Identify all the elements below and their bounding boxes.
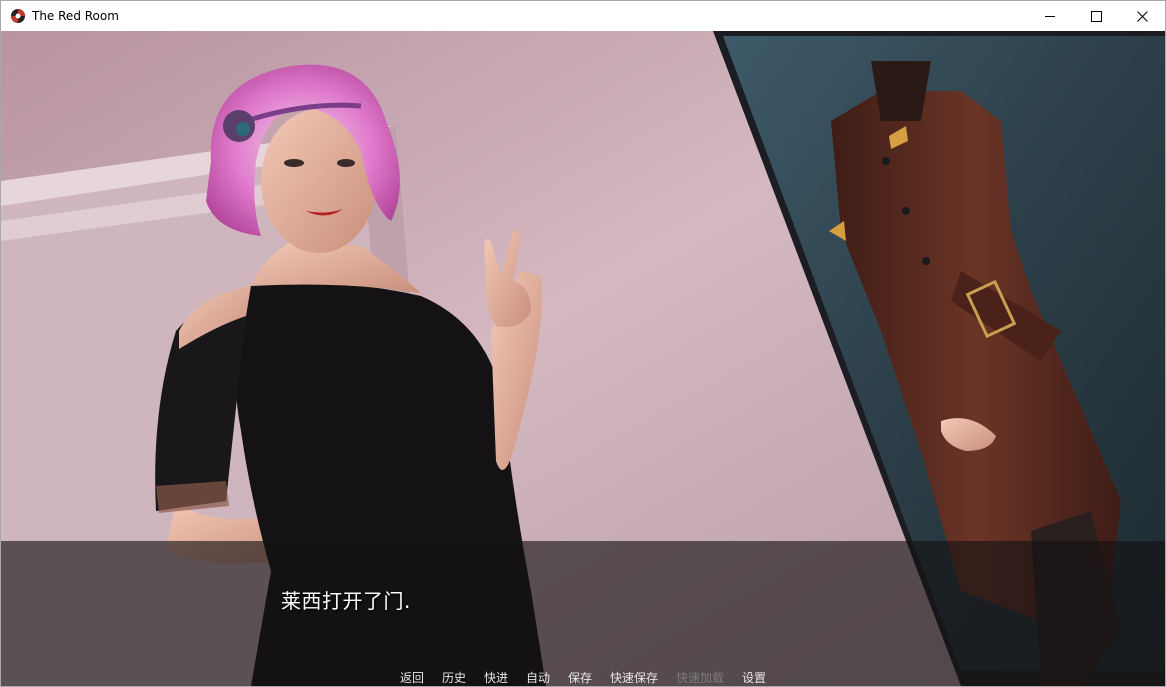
maximize-button[interactable]	[1073, 1, 1119, 31]
game-window: The Red Room 莱西打开了门. 返回 历史 快进 自动 保存 快速保存…	[0, 0, 1166, 687]
game-viewport[interactable]: 莱西打开了门. 返回 历史 快进 自动 保存 快速保存 快速加载 设置	[1, 31, 1165, 686]
quick-menu-auto[interactable]: 自动	[517, 670, 559, 686]
app-logo-icon	[11, 9, 25, 23]
dialogue-box[interactable]: 莱西打开了门.	[1, 541, 1165, 686]
minimize-icon	[1044, 15, 1055, 17]
close-icon	[1136, 10, 1148, 22]
minimize-button[interactable]	[1027, 1, 1073, 31]
quick-menu-history[interactable]: 历史	[433, 670, 475, 686]
quick-menu-quick-save[interactable]: 快速保存	[601, 670, 667, 686]
close-button[interactable]	[1119, 1, 1165, 31]
quick-menu-save[interactable]: 保存	[559, 670, 601, 686]
maximize-icon	[1090, 10, 1102, 22]
title-bar[interactable]: The Red Room	[1, 1, 1165, 31]
quick-menu-back[interactable]: 返回	[391, 670, 433, 686]
window-controls	[1027, 1, 1165, 31]
quick-menu: 返回 历史 快进 自动 保存 快速保存 快速加载 设置	[1, 670, 1165, 686]
window-title: The Red Room	[32, 9, 119, 23]
dialogue-text: 莱西打开了门.	[281, 589, 411, 613]
quick-menu-quick-load[interactable]: 快速加载	[667, 670, 733, 686]
quick-menu-preferences[interactable]: 设置	[733, 670, 775, 686]
quick-menu-skip[interactable]: 快进	[475, 670, 517, 686]
